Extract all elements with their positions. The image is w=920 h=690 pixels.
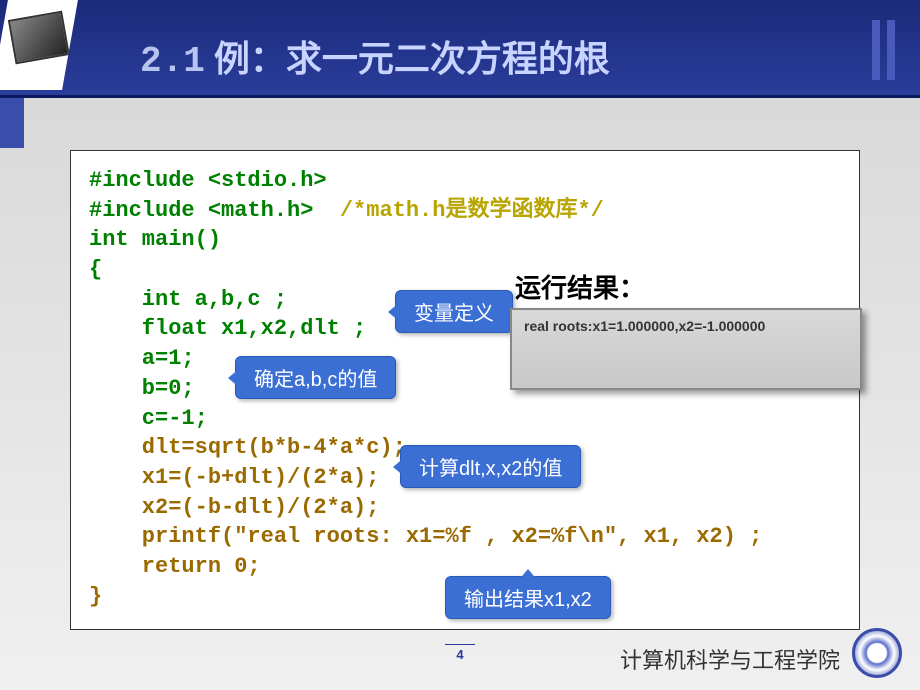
- page-number: 4: [445, 644, 475, 662]
- slide-header: 2.1 例：求一元二次方程的根: [0, 0, 920, 98]
- footer-organization: 计算机科学与工程学院: [620, 643, 840, 675]
- left-accent-bar: [0, 98, 24, 148]
- header-monitor-icon: [0, 0, 78, 90]
- callout-output: 输出结果x1,x2: [445, 576, 611, 619]
- console-output-text: real roots:x1=1.000000,x2=-1.000000: [524, 318, 765, 334]
- slide-title: 2.1 例：求一元二次方程的根: [140, 30, 610, 82]
- result-label: 运行结果：: [515, 268, 645, 305]
- code-x2: x2=(-b-dlt)/(2*a);: [89, 493, 841, 523]
- callout-assign-abc: 确定a,b,c的值: [235, 356, 396, 399]
- console-output-box: real roots:x1=1.000000,x2=-1.000000: [510, 308, 862, 390]
- code-include-stdio: #include <stdio.h>: [89, 166, 841, 196]
- title-text: 例：求一元二次方程的根: [214, 39, 610, 79]
- school-logo-icon: [852, 628, 902, 678]
- code-brace-open: {: [89, 255, 841, 285]
- code-container: #include <stdio.h> #include <math.h> /*m…: [70, 150, 860, 630]
- code-include-math: #include <math.h> /*math.h是数学函数库*/: [89, 196, 841, 226]
- code-main-decl: int main(): [89, 225, 841, 255]
- code-assign-c: c=-1;: [89, 404, 841, 434]
- callout-compute: 计算dlt,x,x2的值: [400, 445, 581, 488]
- header-decoration-bars: [872, 20, 880, 80]
- code-printf: printf("real roots: x1=%f , x2=%f\n", x1…: [89, 522, 841, 552]
- callout-var-def: 变量定义: [395, 290, 513, 333]
- section-number: 2.1: [140, 41, 205, 82]
